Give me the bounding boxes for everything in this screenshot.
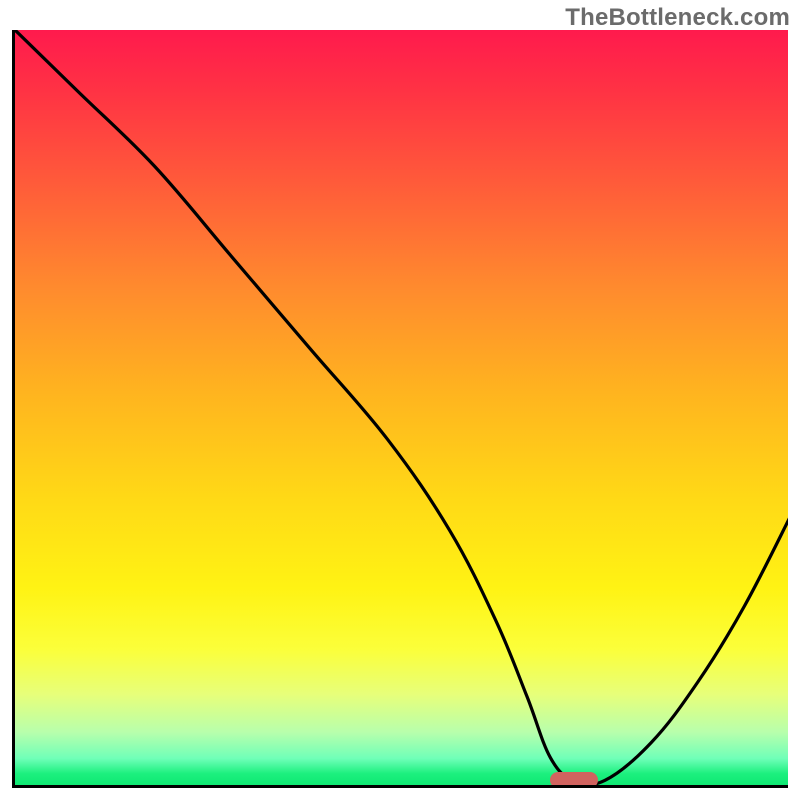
plot-area bbox=[12, 30, 788, 788]
curve-path bbox=[15, 30, 788, 785]
optimal-marker bbox=[550, 772, 598, 788]
bottleneck-curve bbox=[15, 30, 788, 788]
watermark-text: TheBottleneck.com bbox=[565, 4, 790, 32]
chart-frame: TheBottleneck.com bbox=[0, 0, 800, 800]
